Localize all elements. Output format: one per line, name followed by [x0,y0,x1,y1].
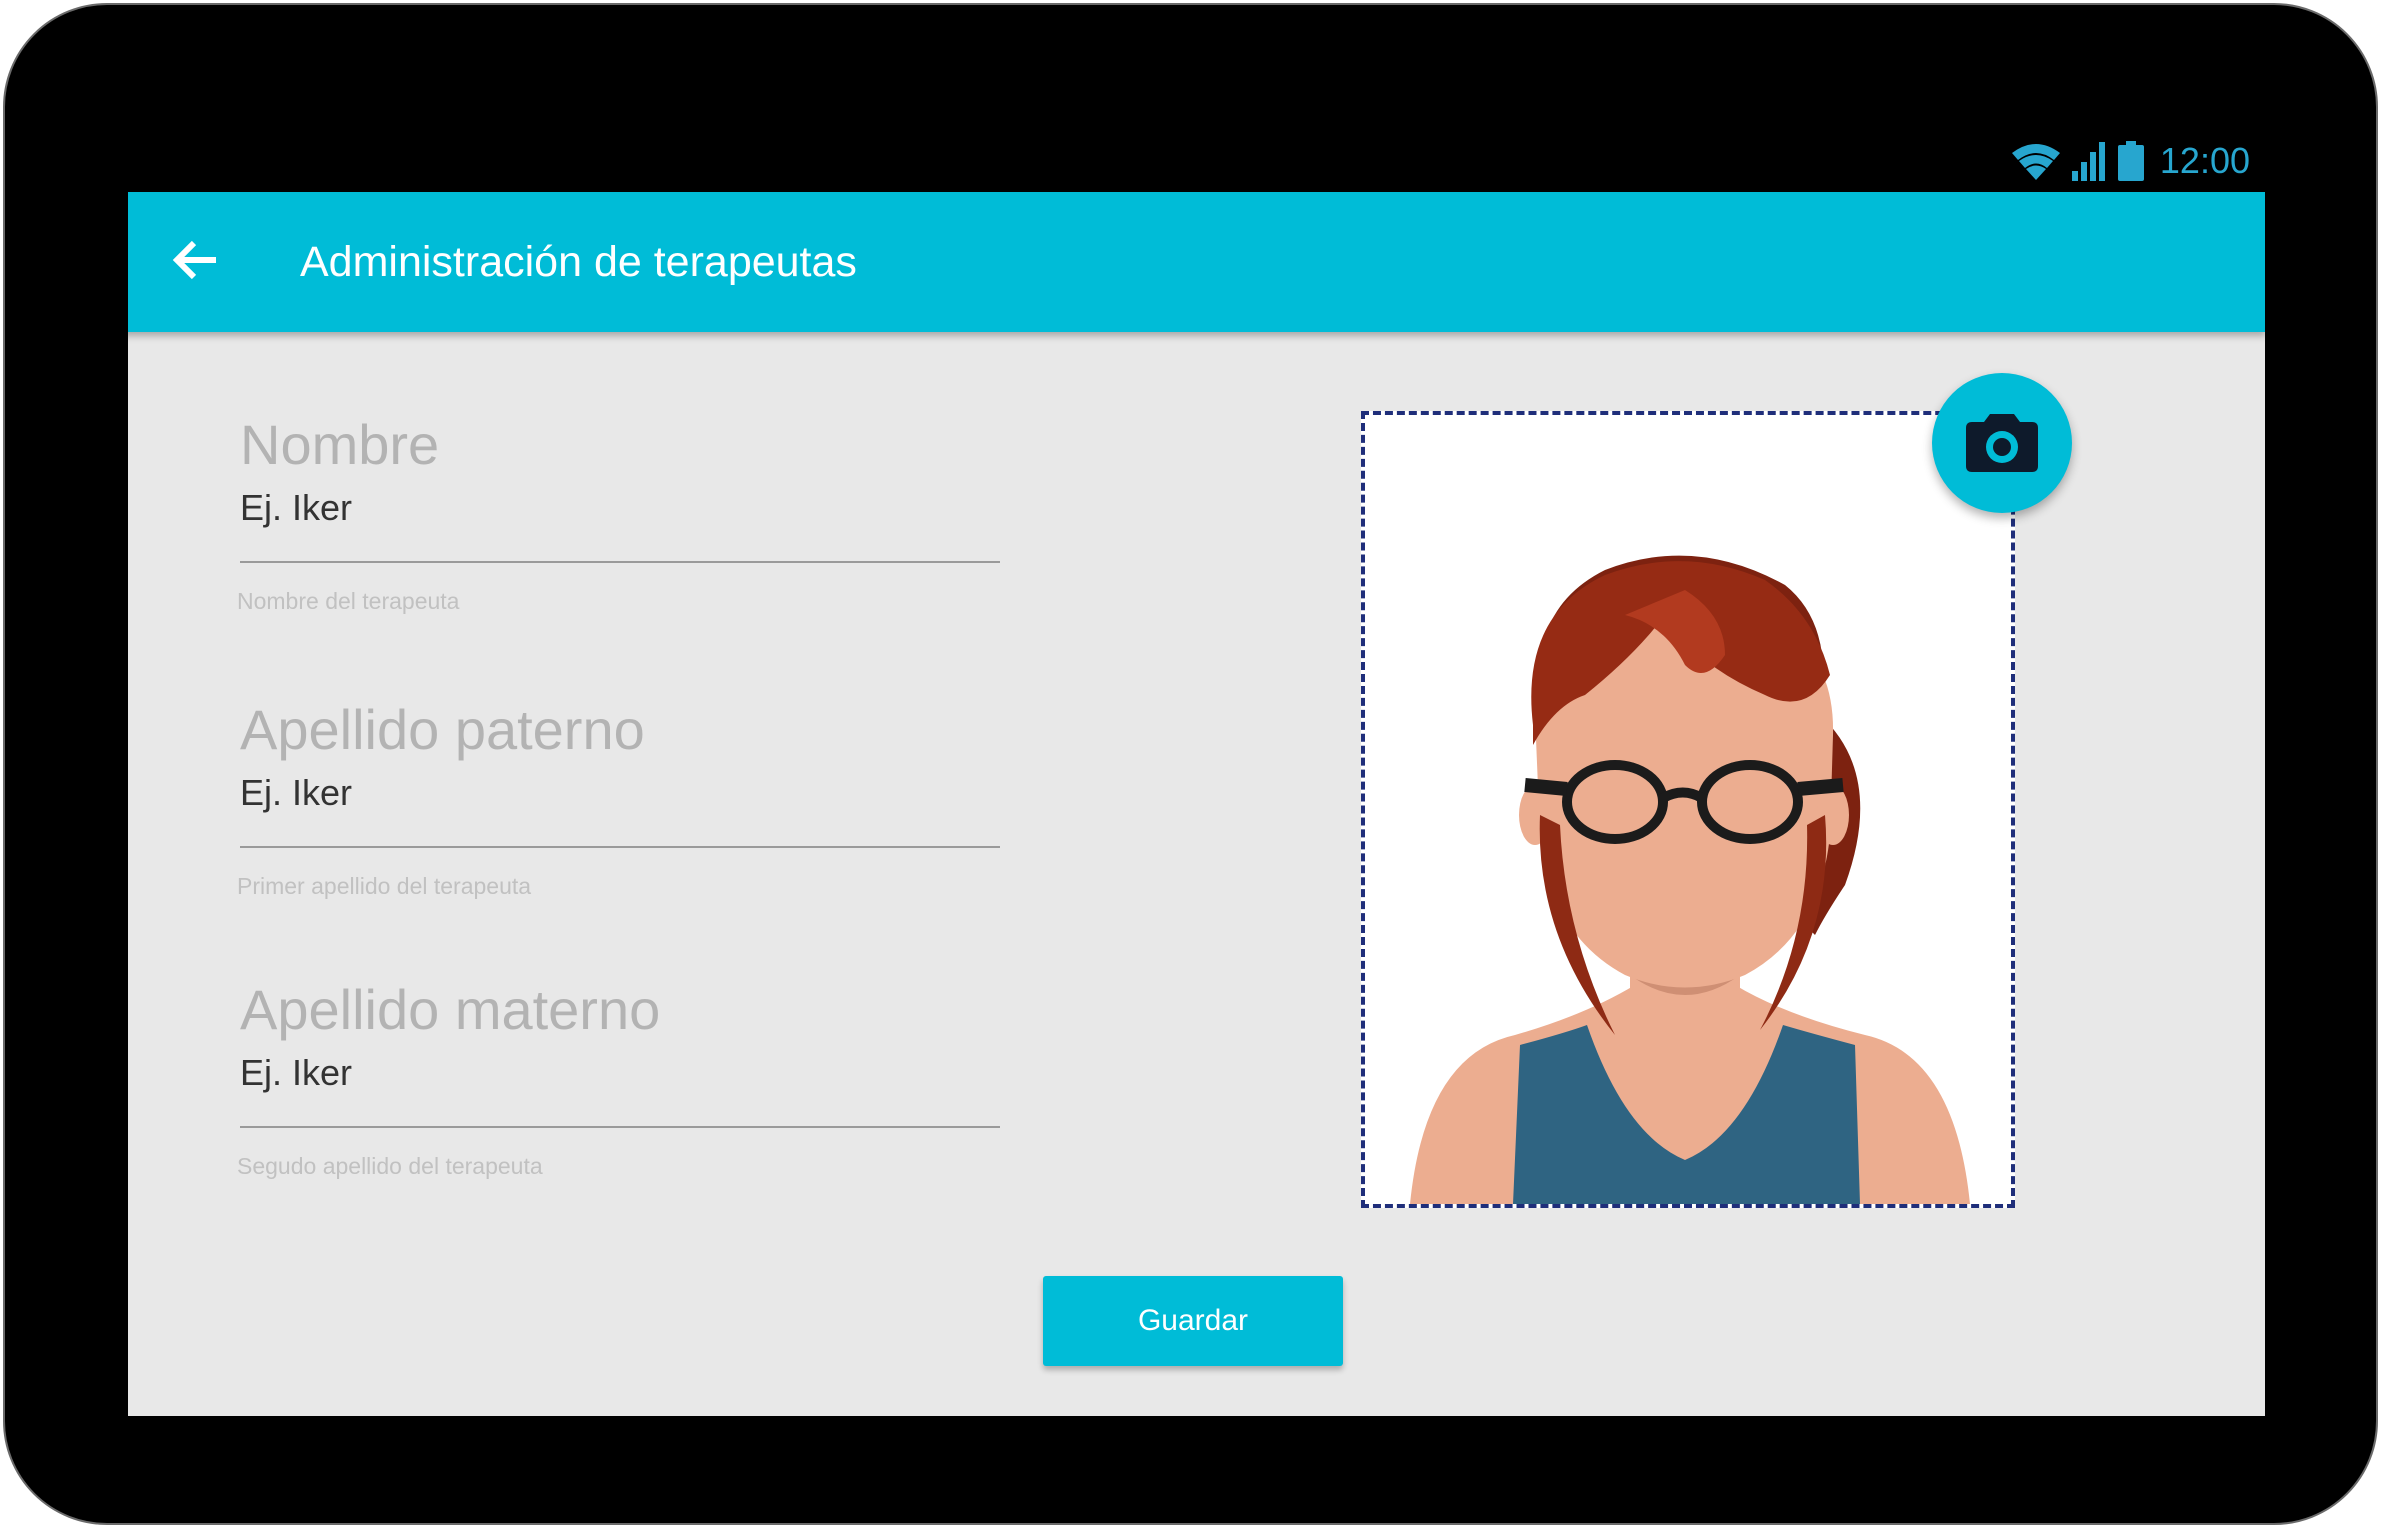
apellido-materno-label: Apellido materno [240,978,661,1041]
photo-frame[interactable] [1361,411,2015,1208]
nombre-helper: Nombre del terapeuta [237,588,460,614]
apellido-paterno-underline [240,846,1000,848]
status-time: 12:00 [2159,140,2250,181]
wifi-icon [2010,141,2062,181]
status-bar: 12:00 [2010,137,2250,185]
signal-icon [2071,141,2108,181]
camera-button[interactable] [1932,373,2072,513]
apellido-materno-helper: Segudo apellido del terapeuta [237,1153,543,1179]
nombre-label: Nombre [240,413,440,476]
nombre-underline [240,561,1000,563]
back-button[interactable] [164,234,226,290]
app-screen: Administración de terapeutas Nombre Nomb… [128,192,2265,1416]
apellido-materno-underline [240,1126,1000,1128]
nombre-input[interactable] [240,482,1000,534]
tablet-frame: 12:00 Administración de terapeutas Nombr… [3,3,2378,1525]
apellido-paterno-helper: Primer apellido del terapeuta [237,873,532,899]
save-button[interactable]: Guardar [1043,1276,1343,1366]
arrow-back-icon [172,240,218,285]
camera-icon [1966,410,2038,477]
page-title: Administración de terapeutas [300,238,857,286]
apellido-paterno-label: Apellido paterno [240,698,645,761]
app-bar: Administración de terapeutas [128,192,2265,332]
battery-icon [2117,141,2144,181]
apellido-paterno-input[interactable] [240,767,1000,819]
therapist-avatar [1410,555,1970,1204]
apellido-materno-input[interactable] [240,1047,1000,1099]
